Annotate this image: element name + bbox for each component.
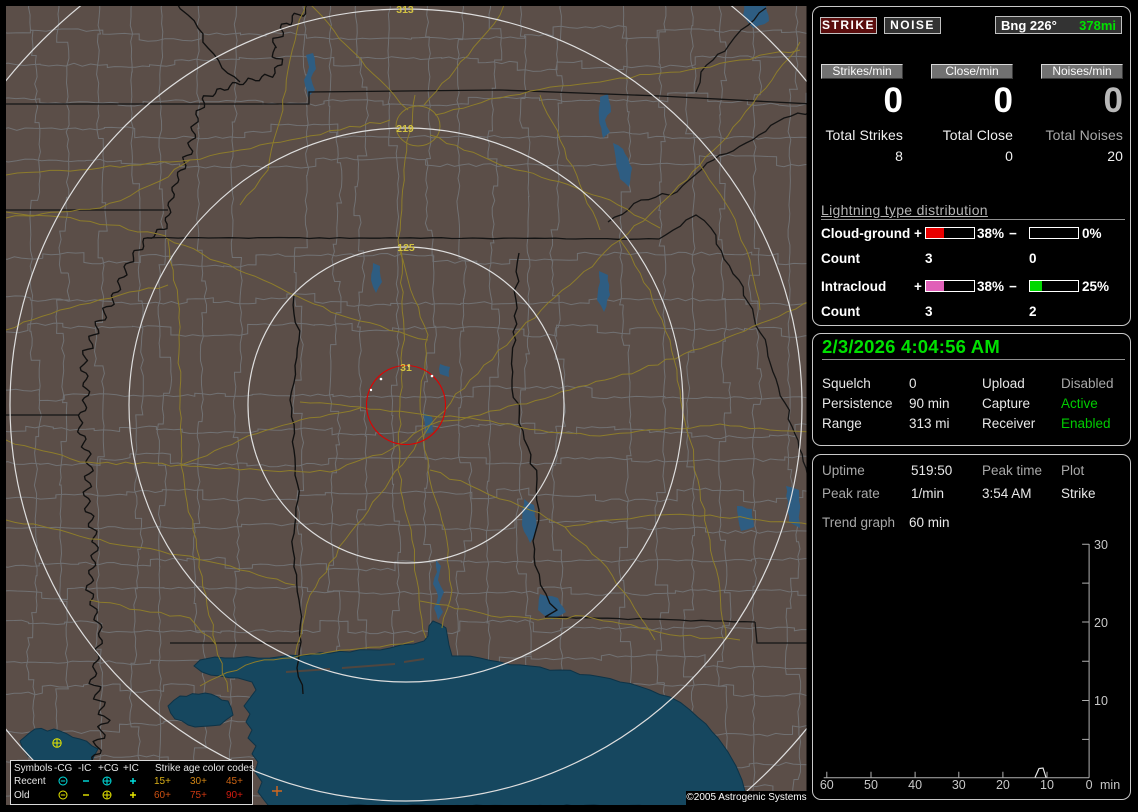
svg-text:20: 20 [1094, 616, 1108, 630]
svg-text:60: 60 [820, 778, 834, 792]
svg-text:0: 0 [1086, 778, 1093, 792]
svg-text:min: min [1100, 778, 1120, 792]
svg-text:10: 10 [1040, 778, 1054, 792]
svg-text:125: 125 [397, 242, 415, 254]
svg-text:30: 30 [1094, 538, 1108, 552]
svg-text:31: 31 [400, 362, 412, 374]
svg-text:219: 219 [396, 123, 414, 135]
svg-text:40: 40 [908, 778, 922, 792]
svg-text:20: 20 [996, 778, 1010, 792]
svg-text:30: 30 [952, 778, 966, 792]
svg-text:10: 10 [1094, 694, 1108, 708]
svg-text:50: 50 [864, 778, 878, 792]
